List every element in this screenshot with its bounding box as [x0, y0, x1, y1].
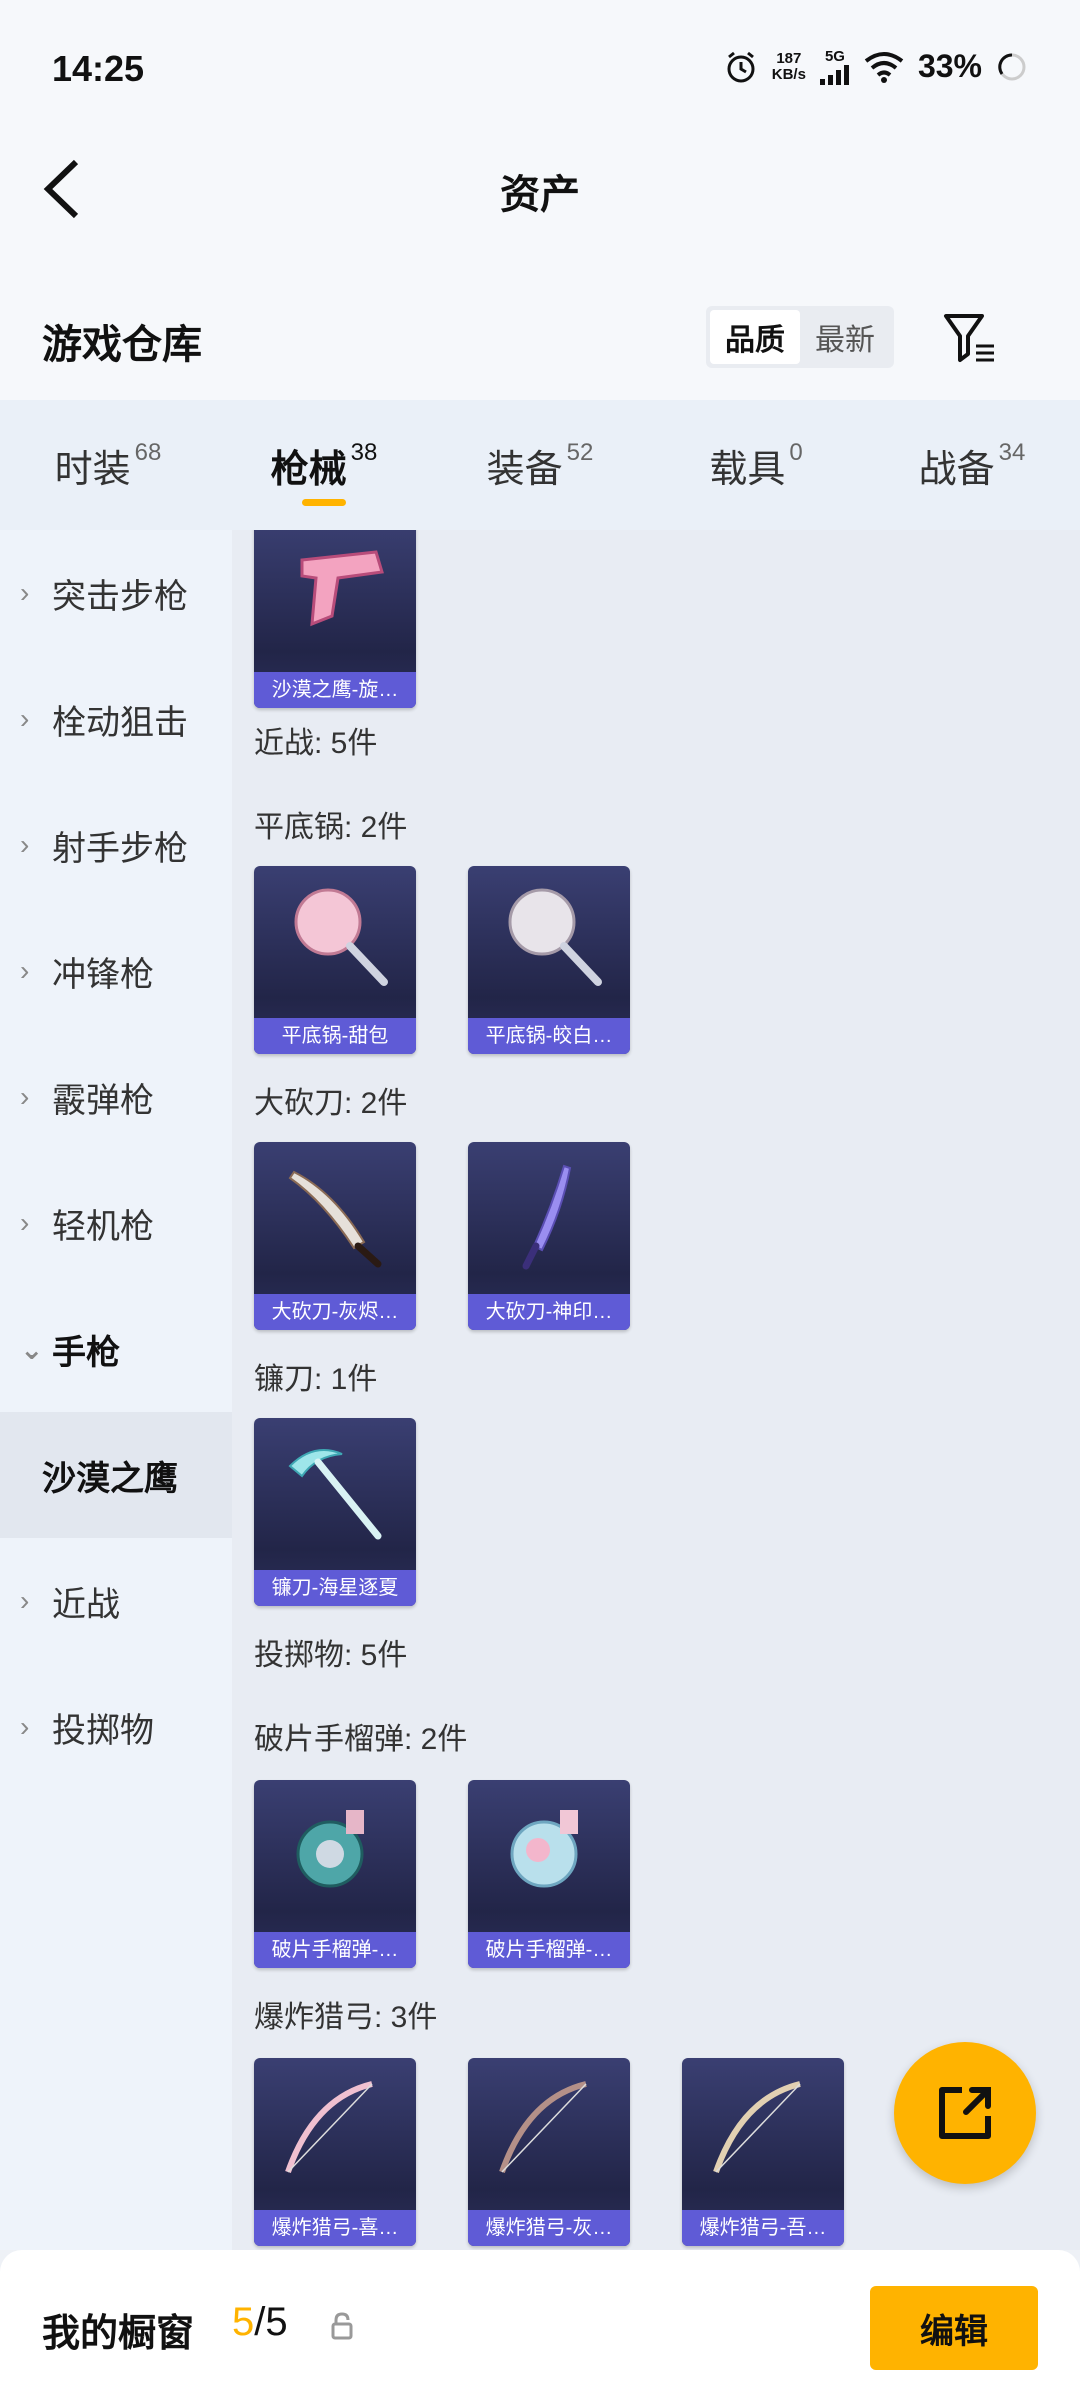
share-fab-button[interactable] — [894, 2042, 1036, 2184]
item-card-bow-1[interactable]: 爆炸猎弓-喜… — [254, 2058, 416, 2246]
group-title-pan: 平底锅: 2件 — [254, 811, 408, 844]
item-card-desert-eagle[interactable]: 沙漠之鹰-旋… — [254, 530, 416, 708]
chevron-right-icon: › — [20, 1081, 30, 1112]
sort-toggle: 品质 最新 — [706, 306, 894, 368]
group-title-melee: 近战: 5件 — [254, 727, 378, 760]
item-card-machete-1[interactable]: 大砍刀-灰烬… — [254, 1142, 416, 1330]
tab-firearms[interactable]: 枪械 38 — [216, 400, 432, 530]
showcase-count: 5/5 — [232, 2300, 288, 2344]
item-card-sickle[interactable]: 镰刀-海星逐夏 — [254, 1418, 416, 1606]
group-title-grenade: 破片手榴弹: 2件 — [254, 1723, 468, 1756]
item-card-caption: 爆炸猎弓-吾… — [682, 2210, 844, 2246]
category-tabs: 时装 68 枪械 38 装备 52 载具 0 战备 34 — [0, 400, 1080, 530]
item-card-bow-2[interactable]: 爆炸猎弓-灰… — [468, 2058, 630, 2246]
edit-button[interactable]: 编辑 — [870, 2286, 1038, 2370]
battery-percent: 33% — [917, 48, 982, 84]
sidebar-item-bolt-sniper[interactable]: › 栓动狙击 — [0, 656, 232, 782]
machete-icon — [288, 1170, 382, 1268]
item-card-caption: 平底锅-甜包 — [254, 1018, 416, 1054]
alarm-icon — [727, 51, 755, 82]
chevron-right-icon: › — [20, 577, 30, 608]
bow-icon — [499, 2081, 587, 2173]
wifi-icon — [864, 51, 904, 83]
tab-fashion[interactable]: 时装 68 — [0, 400, 216, 530]
top-bar: 资产 — [0, 140, 1080, 240]
machete-icon — [522, 1164, 572, 1270]
lock-icon — [331, 2312, 353, 2340]
item-card-caption: 大砍刀-灰烬… — [254, 1294, 416, 1330]
sidebar-subitem-desert-eagle[interactable]: 沙漠之鹰 — [0, 1412, 232, 1538]
showcase-bar: 我的橱窗 5/5 编辑 — [0, 2250, 1080, 2400]
sickle-icon — [288, 1449, 382, 1540]
tab-active-indicator — [302, 499, 346, 506]
sidebar-item-throwables[interactable]: › 投掷物 — [0, 1664, 232, 1790]
item-card-caption: 爆炸猎弓-灰… — [468, 2210, 630, 2246]
signal-icon — [819, 64, 849, 85]
group-title-explosive-bow: 爆炸猎弓: 3件 — [254, 2001, 438, 2034]
pistol-icon — [300, 550, 384, 627]
sidebar-item-smg[interactable]: › 冲锋枪 — [0, 908, 232, 1034]
item-card-caption: 破片手榴弹-… — [468, 1932, 630, 1968]
battery-ring-icon — [998, 52, 1026, 80]
chevron-right-icon: › — [20, 1711, 30, 1742]
grenade-icon — [510, 1810, 578, 1888]
item-card-grenade-2[interactable]: 破片手榴弹-… — [468, 1780, 630, 1968]
frying-pan-icon — [508, 888, 602, 986]
item-card-machete-2[interactable]: 大砍刀-神印… — [468, 1142, 630, 1330]
item-card-caption: 破片手榴弹-… — [254, 1932, 416, 1968]
network-speed: 187 KB/s — [771, 49, 806, 83]
item-card-pan-1[interactable]: 平底锅-甜包 — [254, 866, 416, 1054]
item-grid: 沙漠之鹰-旋… 近战: 5件 平底锅: 2件 平底锅-甜包 平底锅-皎白… 大砍… — [232, 530, 1080, 2250]
warehouse-title: 游戏仓库 — [42, 323, 202, 367]
item-card-caption: 平底锅-皎白… — [468, 1018, 630, 1054]
status-time: 14:25 — [52, 48, 145, 89]
item-card-caption: 爆炸猎弓-喜… — [254, 2210, 416, 2246]
item-card-caption: 沙漠之鹰-旋… — [254, 672, 416, 708]
sidebar-item-assault-rifle[interactable]: › 突击步枪 — [0, 530, 232, 656]
chevron-down-icon: ⌄ — [20, 1333, 44, 1365]
sidebar-item-shotgun[interactable]: › 霰弹枪 — [0, 1034, 232, 1160]
bow-icon — [285, 2081, 373, 2173]
item-card-caption: 大砍刀-神印… — [468, 1294, 630, 1330]
frying-pan-icon — [294, 888, 388, 986]
status-icons: 187 KB/s 5G 33% — [724, 48, 1028, 85]
chevron-right-icon: › — [20, 1207, 30, 1238]
chevron-right-icon: › — [20, 829, 30, 860]
chevron-right-icon: › — [20, 703, 30, 734]
item-card-pan-2[interactable]: 平底锅-皎白… — [468, 866, 630, 1054]
group-title-sickle: 镰刀: 1件 — [254, 1363, 378, 1396]
item-card-caption: 镰刀-海星逐夏 — [254, 1570, 416, 1606]
warehouse-header: 游戏仓库 品质 最新 — [0, 240, 1080, 400]
sidebar-item-melee[interactable]: › 近战 — [0, 1538, 232, 1664]
group-title-machete: 大砍刀: 2件 — [254, 1087, 408, 1120]
sidebar-item-pistol[interactable]: ⌄ 手枪 — [0, 1286, 232, 1412]
sidebar-item-dmr[interactable]: › 射手步枪 — [0, 782, 232, 908]
tab-equipment[interactable]: 装备 52 — [432, 400, 648, 530]
status-bar: 14:25 187 KB/s 5G 33% — [0, 0, 1080, 140]
sidebar-item-lmg[interactable]: › 轻机枪 — [0, 1160, 232, 1286]
showcase-label: 我的橱窗 — [42, 2313, 195, 2355]
weapon-category-sidebar: › 突击步枪 › 栓动狙击 › 射手步枪 › 冲锋枪 › 霰弹枪 › 轻机枪 ⌄ 手枪 沙漠之… — [0, 530, 232, 2250]
item-card-grenade-1[interactable]: 破片手榴弹-… — [254, 1780, 416, 1968]
filter-icon[interactable] — [942, 310, 998, 366]
item-card-bow-3[interactable]: 爆炸猎弓-吾… — [682, 2058, 844, 2246]
sort-newest-option[interactable]: 最新 — [800, 310, 890, 364]
share-external-icon — [939, 2087, 991, 2139]
bow-icon — [713, 2081, 801, 2173]
tab-tactical[interactable]: 战备 34 — [864, 400, 1080, 530]
group-title-throwables: 投掷物: 5件 — [254, 1639, 408, 1672]
chevron-right-icon: › — [20, 955, 30, 986]
chevron-right-icon: › — [20, 1585, 30, 1616]
sort-quality-option[interactable]: 品质 — [710, 310, 800, 364]
page-title: 资产 — [500, 173, 580, 217]
grenade-icon — [296, 1810, 364, 1888]
tab-vehicles[interactable]: 载具 0 — [648, 400, 864, 530]
signal-indicator: 5G — [819, 48, 850, 85]
